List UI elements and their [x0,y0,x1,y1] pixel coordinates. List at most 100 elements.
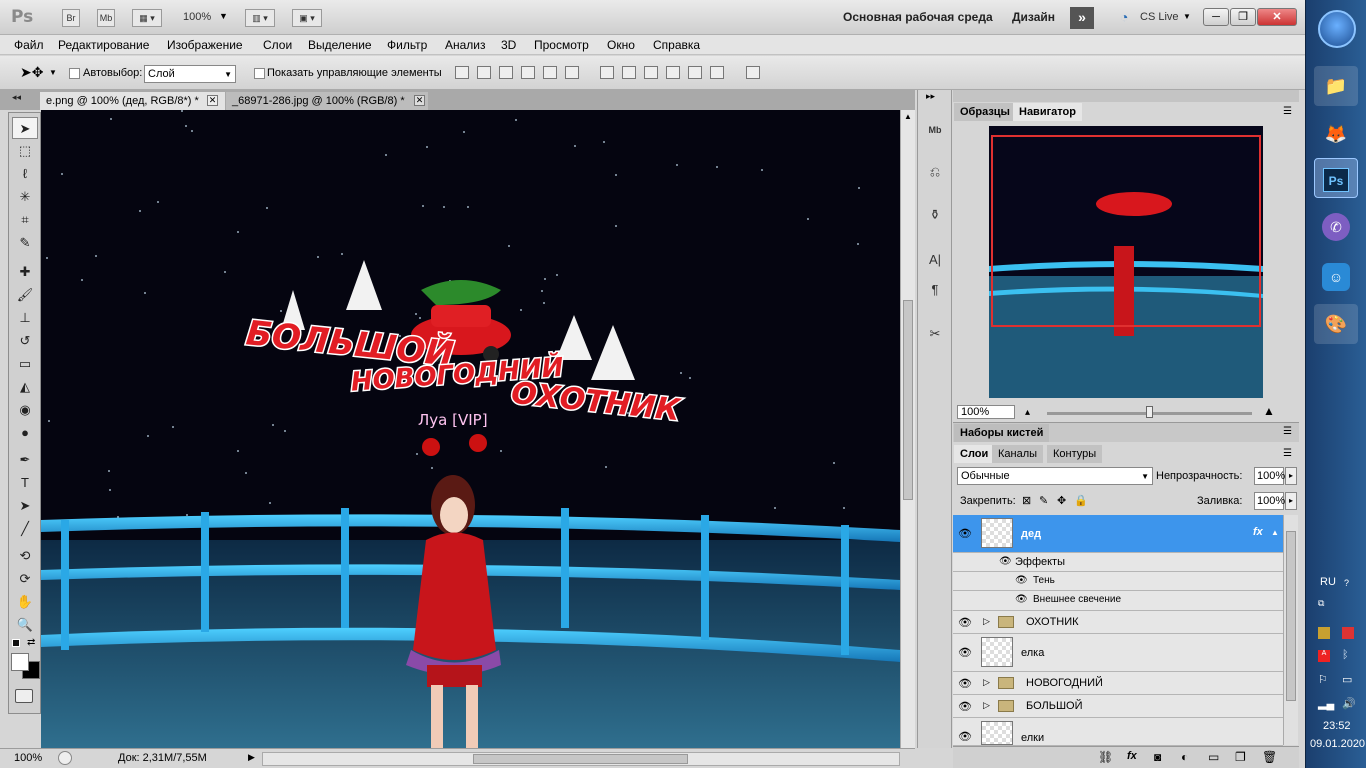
zoom-tool-icon[interactable]: 🔍 [12,614,38,636]
blur-tool-icon[interactable]: ◉ [12,399,38,421]
new-layer-icon[interactable]: ❐ [1235,750,1246,764]
doc-tab-inactive[interactable]: _68971-286.jpg @ 100% (RGB/8) * [226,92,428,110]
dodge-tool-icon[interactable]: ● [12,422,38,444]
workspace-essentials[interactable]: Основная рабочая среда [843,10,993,24]
lock-all-icon[interactable]: 🔒 [1074,494,1088,507]
navigator-view-box[interactable] [991,135,1261,327]
windows-start-button[interactable] [1318,10,1356,48]
effect-eye-icon[interactable]: 👁 [1015,594,1028,605]
mini-bridge-panel-icon[interactable]: Mb [923,118,947,142]
tab-navigator[interactable]: Навигатор [1013,103,1082,121]
explorer-icon[interactable]: 📁 [1314,66,1358,106]
fx-badge[interactable]: fx [1253,526,1263,538]
hscroll-thumb[interactable] [473,754,688,764]
lock-pixels-icon[interactable]: ✎ [1039,494,1048,507]
clock-date[interactable]: 09.01.2020 [1310,738,1365,750]
tab-layers[interactable]: Слои [954,445,995,463]
align-top-icon[interactable] [455,66,469,79]
workspace-design[interactable]: Дизайн [1012,10,1055,24]
menu-image[interactable]: Изображение [167,38,243,52]
align-left-icon[interactable] [521,66,535,79]
lasso-tool-icon[interactable]: ℓ [12,163,38,185]
expand-effects-icon[interactable]: ▲ [1271,528,1279,537]
close-button[interactable]: ✕ [1257,8,1297,26]
visibility-eye-icon[interactable]: 👁 [958,616,972,629]
visibility-eye-icon[interactable]: 👁 [958,730,972,743]
actions-panel-icon[interactable]: ⚱ [923,203,947,227]
autoselect-checkbox[interactable] [69,68,80,79]
history-brush-icon[interactable]: ↺ [12,330,38,352]
distribute-hcenter-icon[interactable] [688,66,702,79]
distribute-vcenter-icon[interactable] [622,66,636,79]
panel-menu-icon[interactable]: ☰ [1283,106,1292,117]
menu-analysis[interactable]: Анализ [445,38,486,52]
distribute-left-icon[interactable] [666,66,680,79]
fill-field[interactable]: 100% [1254,492,1285,510]
paint-icon[interactable]: 🎨 [1314,304,1358,344]
distribute-top-icon[interactable] [600,66,614,79]
foreground-color-swatch[interactable] [11,653,29,671]
horizontal-scrollbar[interactable] [262,752,900,766]
menu-select[interactable]: Выделение [308,38,372,52]
tray-expand-icon[interactable]: ⧉ [1318,598,1324,609]
cs-live-button[interactable]: CS Live [1140,11,1179,23]
healing-brush-icon[interactable]: ✚ [12,261,38,283]
show-transform-checkbox[interactable] [254,68,265,79]
brush-tool-icon[interactable]: 🖌 [12,284,38,306]
cs-live-chevron-icon[interactable]: ▼ [1183,12,1191,21]
effect-row-outer-glow[interactable]: 👁 Внешнее свечение [953,591,1283,611]
3d-rotate-icon[interactable]: ⟲ [12,545,38,567]
collapse-toolbox-icon[interactable]: ◂◂ [12,92,21,103]
group-row-novogodniy[interactable]: 👁 ▷ НОВОГОДНИЙ [953,672,1283,695]
zoom-field[interactable]: 100% [14,752,42,764]
eraser-tool-icon[interactable]: ▭ [12,353,38,375]
history-panel-icon[interactable]: ⎌ [923,160,947,184]
zoom-level-dropdown[interactable]: 100% [183,11,211,23]
autoselect-dropdown[interactable]: Слой ▼ [144,65,236,83]
blend-mode-dropdown[interactable]: Обычные ▼ [957,467,1153,485]
view-extras-button[interactable]: ▦ ▾ [132,9,162,27]
layer-row-ded[interactable]: 👁 дед fx ▲ [953,515,1283,553]
more-workspaces-button[interactable]: » [1070,7,1094,29]
quick-selection-icon[interactable]: ✳ [12,186,38,208]
line-tool-icon[interactable]: ╱ [12,518,38,540]
effect-eye-icon[interactable]: 👁 [1015,575,1028,586]
menu-window[interactable]: Окно [607,38,635,52]
status-menu-icon[interactable]: ▶ [248,752,255,763]
align-vcenter-icon[interactable] [477,66,491,79]
move-tool-preset-icon[interactable]: ➤✥ [20,64,43,81]
adobe-tray-icon[interactable]: A [1318,650,1330,662]
layer-row-elka[interactable]: 👁 елка [953,634,1283,672]
scroll-thumb[interactable] [903,300,913,500]
auto-align-icon[interactable] [746,66,760,79]
language-indicator[interactable]: RU [1320,576,1336,588]
layer-name[interactable]: дед [1021,528,1041,540]
doc-tab-active[interactable]: e.png @ 100% (дед, RGB/8*) * [40,92,225,110]
group-row-ohotnik[interactable]: 👁 ▷ ОХОТНИК [953,611,1283,634]
opacity-field[interactable]: 100% [1254,467,1285,485]
close-tab-icon[interactable]: ✕ [414,95,425,106]
mini-bridge-button[interactable]: Mb [97,9,115,27]
hand-tool-icon[interactable]: ✋ [12,591,38,613]
adjustment-layer-icon[interactable]: ◐ [1181,750,1188,764]
delete-layer-icon[interactable]: 🗑 [1262,750,1277,764]
zoom-out-icon[interactable]: ▴ [1025,407,1030,418]
expand-group-icon[interactable]: ▷ [983,616,990,627]
preset-chevron-icon[interactable]: ▼ [49,68,57,77]
expand-group-icon[interactable]: ▷ [983,700,990,711]
crop-tool-icon[interactable]: ⌗ [12,209,38,231]
quick-mask-icon[interactable] [15,689,33,703]
distribute-bottom-icon[interactable] [644,66,658,79]
pen-tool-icon[interactable]: ✒ [12,449,38,471]
viber-icon[interactable]: ✆ [1314,206,1358,246]
vertical-scrollbar[interactable]: ▲ [900,110,915,748]
layer-name[interactable]: ОХОТНИК [1026,616,1079,628]
action-center-icon[interactable]: ⚐ [1318,673,1328,686]
clone-stamp-icon[interactable]: ⊥ [12,307,38,329]
tab-channels[interactable]: Каналы [992,445,1044,463]
expand-group-icon[interactable]: ▷ [983,677,990,688]
menu-filter[interactable]: Фильтр [387,38,427,52]
effect-row-shadow[interactable]: 👁 Тень [953,572,1283,591]
new-group-icon[interactable]: ▭ [1208,750,1219,764]
volume-icon[interactable]: 🔊 [1342,697,1356,710]
